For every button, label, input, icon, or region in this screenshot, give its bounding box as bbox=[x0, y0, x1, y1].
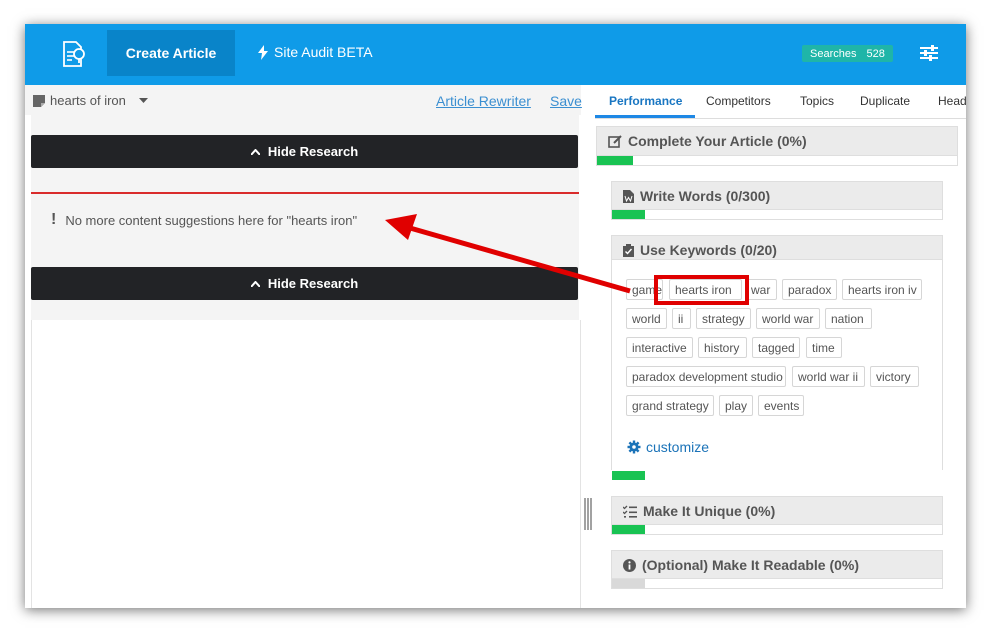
app-window: Create Article Site Audit BETA Searches … bbox=[25, 24, 966, 608]
annotation-arrow-icon bbox=[385, 214, 631, 294]
